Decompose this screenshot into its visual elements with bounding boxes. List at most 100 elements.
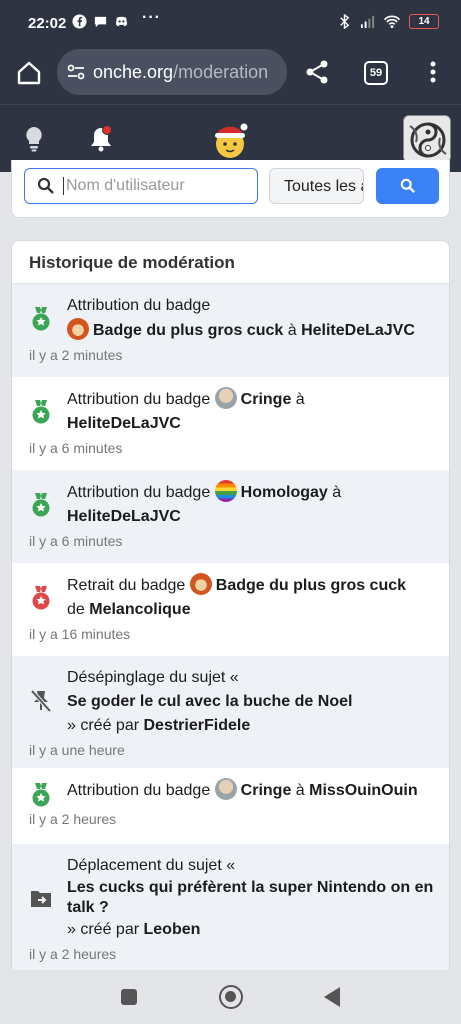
cuck-badge-icon bbox=[67, 318, 89, 340]
search-icon bbox=[37, 177, 54, 194]
status-bar: 22:02 ··· 14 bbox=[0, 0, 461, 46]
badge-name-link[interactable]: Cringe bbox=[241, 391, 292, 408]
entry-line-1: Désépinglage du sujet « bbox=[67, 666, 437, 690]
entry-connector: » créé par bbox=[67, 717, 140, 734]
history-entry: Attribution du badge Cringe à MissOuinOu… bbox=[12, 768, 449, 844]
battery-indicator: 14 bbox=[409, 14, 439, 29]
overflow-menu-icon[interactable] bbox=[423, 58, 443, 86]
url-text: onche.org/moderation bbox=[93, 62, 268, 83]
entry-action: Désépinglage du sujet « bbox=[67, 669, 239, 686]
search-placeholder: Nom d'utilisateur bbox=[63, 177, 185, 195]
username-link[interactable]: HeliteDeLaJVC bbox=[67, 415, 181, 432]
entry-time: il y a 6 minutes bbox=[29, 533, 123, 549]
badge-name-link[interactable]: Badge du plus gros cuck bbox=[216, 577, 406, 594]
site-logo-icon[interactable] bbox=[210, 119, 250, 161]
search-button-icon bbox=[400, 178, 415, 194]
entry-action: Déplacement du sujet « bbox=[67, 857, 236, 874]
entry-line-2: Badge du plus gros cuck à HeliteDeLaJVC bbox=[67, 318, 437, 343]
entry-connector: à bbox=[287, 322, 297, 339]
entry-line-1: Attribution du badge bbox=[67, 294, 437, 318]
history-entry: Attribution du badge Cringe à HeliteDeLa… bbox=[12, 377, 449, 470]
back-button[interactable] bbox=[324, 987, 340, 1007]
entry-connector: à bbox=[295, 782, 305, 799]
entry-line-2: HeliteDeLaJVC bbox=[67, 505, 437, 529]
entry-action: Attribution du badge bbox=[67, 782, 211, 799]
search-button[interactable] bbox=[376, 168, 439, 204]
badge-granted-icon bbox=[32, 307, 50, 331]
notification-dot bbox=[102, 125, 112, 135]
action-filter-select[interactable]: Toutes les actions bbox=[269, 168, 364, 204]
lightbulb-icon[interactable] bbox=[22, 125, 46, 153]
entry-line-1: Attribution du badge Cringe à bbox=[67, 387, 437, 412]
notification-icons bbox=[72, 14, 129, 29]
username-link[interactable]: HeliteDeLaJVC bbox=[301, 322, 415, 339]
home-button[interactable] bbox=[219, 985, 243, 1009]
unpin-icon bbox=[30, 689, 52, 713]
username-link[interactable]: Leoben bbox=[144, 921, 201, 938]
cringe-badge-icon bbox=[214, 778, 237, 800]
site-settings-icon[interactable] bbox=[65, 61, 87, 83]
entry-time: il y a 2 minutes bbox=[29, 347, 123, 363]
status-time: 22:02 bbox=[28, 15, 67, 32]
badge-granted-icon bbox=[32, 400, 50, 424]
rainbow-badge-icon bbox=[214, 480, 237, 502]
share-icon[interactable] bbox=[303, 58, 331, 86]
system-icons: 14 bbox=[337, 14, 439, 29]
search-card: Nom d'utilisateur Toutes les actions bbox=[11, 160, 450, 218]
entry-line-1: Déplacement du sujet « bbox=[67, 854, 437, 878]
entry-line-3: » créé par Leoben bbox=[67, 918, 437, 942]
entry-connector: de bbox=[67, 601, 85, 618]
recents-button[interactable] bbox=[121, 989, 137, 1005]
entry-time: il y a 16 minutes bbox=[29, 626, 131, 642]
subject-link[interactable]: Les cucks qui préfèrent la super Nintend… bbox=[67, 878, 437, 918]
username-search-input[interactable]: Nom d'utilisateur bbox=[24, 168, 258, 204]
entry-line-1: Attribution du badge Homologay à bbox=[67, 480, 437, 505]
moderation-history-card: Historique de modération Attribution du … bbox=[11, 240, 450, 980]
address-bar[interactable]: onche.org/moderation bbox=[57, 49, 287, 95]
entry-time: il y a 2 heures bbox=[29, 811, 117, 827]
entry-line-2: de Melancolique bbox=[67, 598, 437, 622]
entry-time: il y a une heure bbox=[29, 742, 125, 758]
facebook-icon bbox=[72, 14, 87, 29]
entry-action: Attribution du badge bbox=[67, 484, 211, 501]
entry-action: Attribution du badge bbox=[67, 391, 211, 408]
discord-icon bbox=[115, 16, 128, 27]
entry-time: il y a 6 minutes bbox=[29, 440, 123, 456]
badge-granted-icon bbox=[32, 783, 50, 807]
badge-removed-icon bbox=[32, 586, 50, 610]
wifi-icon bbox=[383, 15, 401, 29]
user-avatar[interactable] bbox=[403, 115, 451, 163]
history-entry: Déplacement du sujet « Les cucks qui pré… bbox=[12, 844, 449, 974]
history-entry: Attribution du badge Homologay à HeliteD… bbox=[12, 470, 449, 563]
entry-line-2: HeliteDeLaJVC bbox=[67, 412, 437, 436]
history-entry: Retrait du badge Badge du plus gros cuck… bbox=[12, 563, 449, 656]
cuck-badge-icon bbox=[189, 573, 212, 595]
entry-time: il y a 2 heures bbox=[29, 946, 117, 962]
tab-switcher-button[interactable]: 59 bbox=[364, 61, 388, 85]
badge-name-link[interactable]: Homologay bbox=[241, 484, 328, 501]
badge-name-link[interactable]: Badge du plus gros cuck bbox=[93, 322, 283, 339]
username-link[interactable]: Melancolique bbox=[89, 601, 190, 618]
more-notifications-icon: ··· bbox=[142, 9, 161, 26]
url-path: /moderation bbox=[173, 61, 269, 82]
home-icon[interactable] bbox=[14, 58, 44, 88]
username-link[interactable]: DestrierFidele bbox=[144, 717, 251, 734]
url-domain: onche.org bbox=[93, 61, 174, 82]
entry-line-1: Attribution du badge Cringe à MissOuinOu… bbox=[67, 778, 437, 803]
username-link[interactable]: HeliteDeLaJVC bbox=[67, 508, 181, 525]
entry-connector: » créé par bbox=[67, 921, 140, 938]
username-link[interactable]: MissOuinOuin bbox=[309, 782, 417, 799]
entry-action: Attribution du badge bbox=[67, 297, 211, 314]
signal-icon bbox=[360, 15, 375, 29]
history-entry: Attribution du badge Badge du plus gros … bbox=[12, 284, 449, 377]
entry-action: Retrait du badge bbox=[67, 577, 186, 594]
entry-connector: à bbox=[332, 484, 342, 501]
cringe-badge-icon bbox=[214, 387, 237, 409]
bluetooth-icon bbox=[340, 14, 350, 29]
badge-name-link[interactable]: Cringe bbox=[241, 782, 292, 799]
subject-link[interactable]: Se goder le cul avec la buche de Noel bbox=[67, 690, 437, 714]
system-nav-bar bbox=[0, 970, 461, 1024]
chat-icon bbox=[94, 16, 107, 28]
entry-connector: à bbox=[295, 391, 305, 408]
avatar-image-icon bbox=[404, 116, 450, 162]
